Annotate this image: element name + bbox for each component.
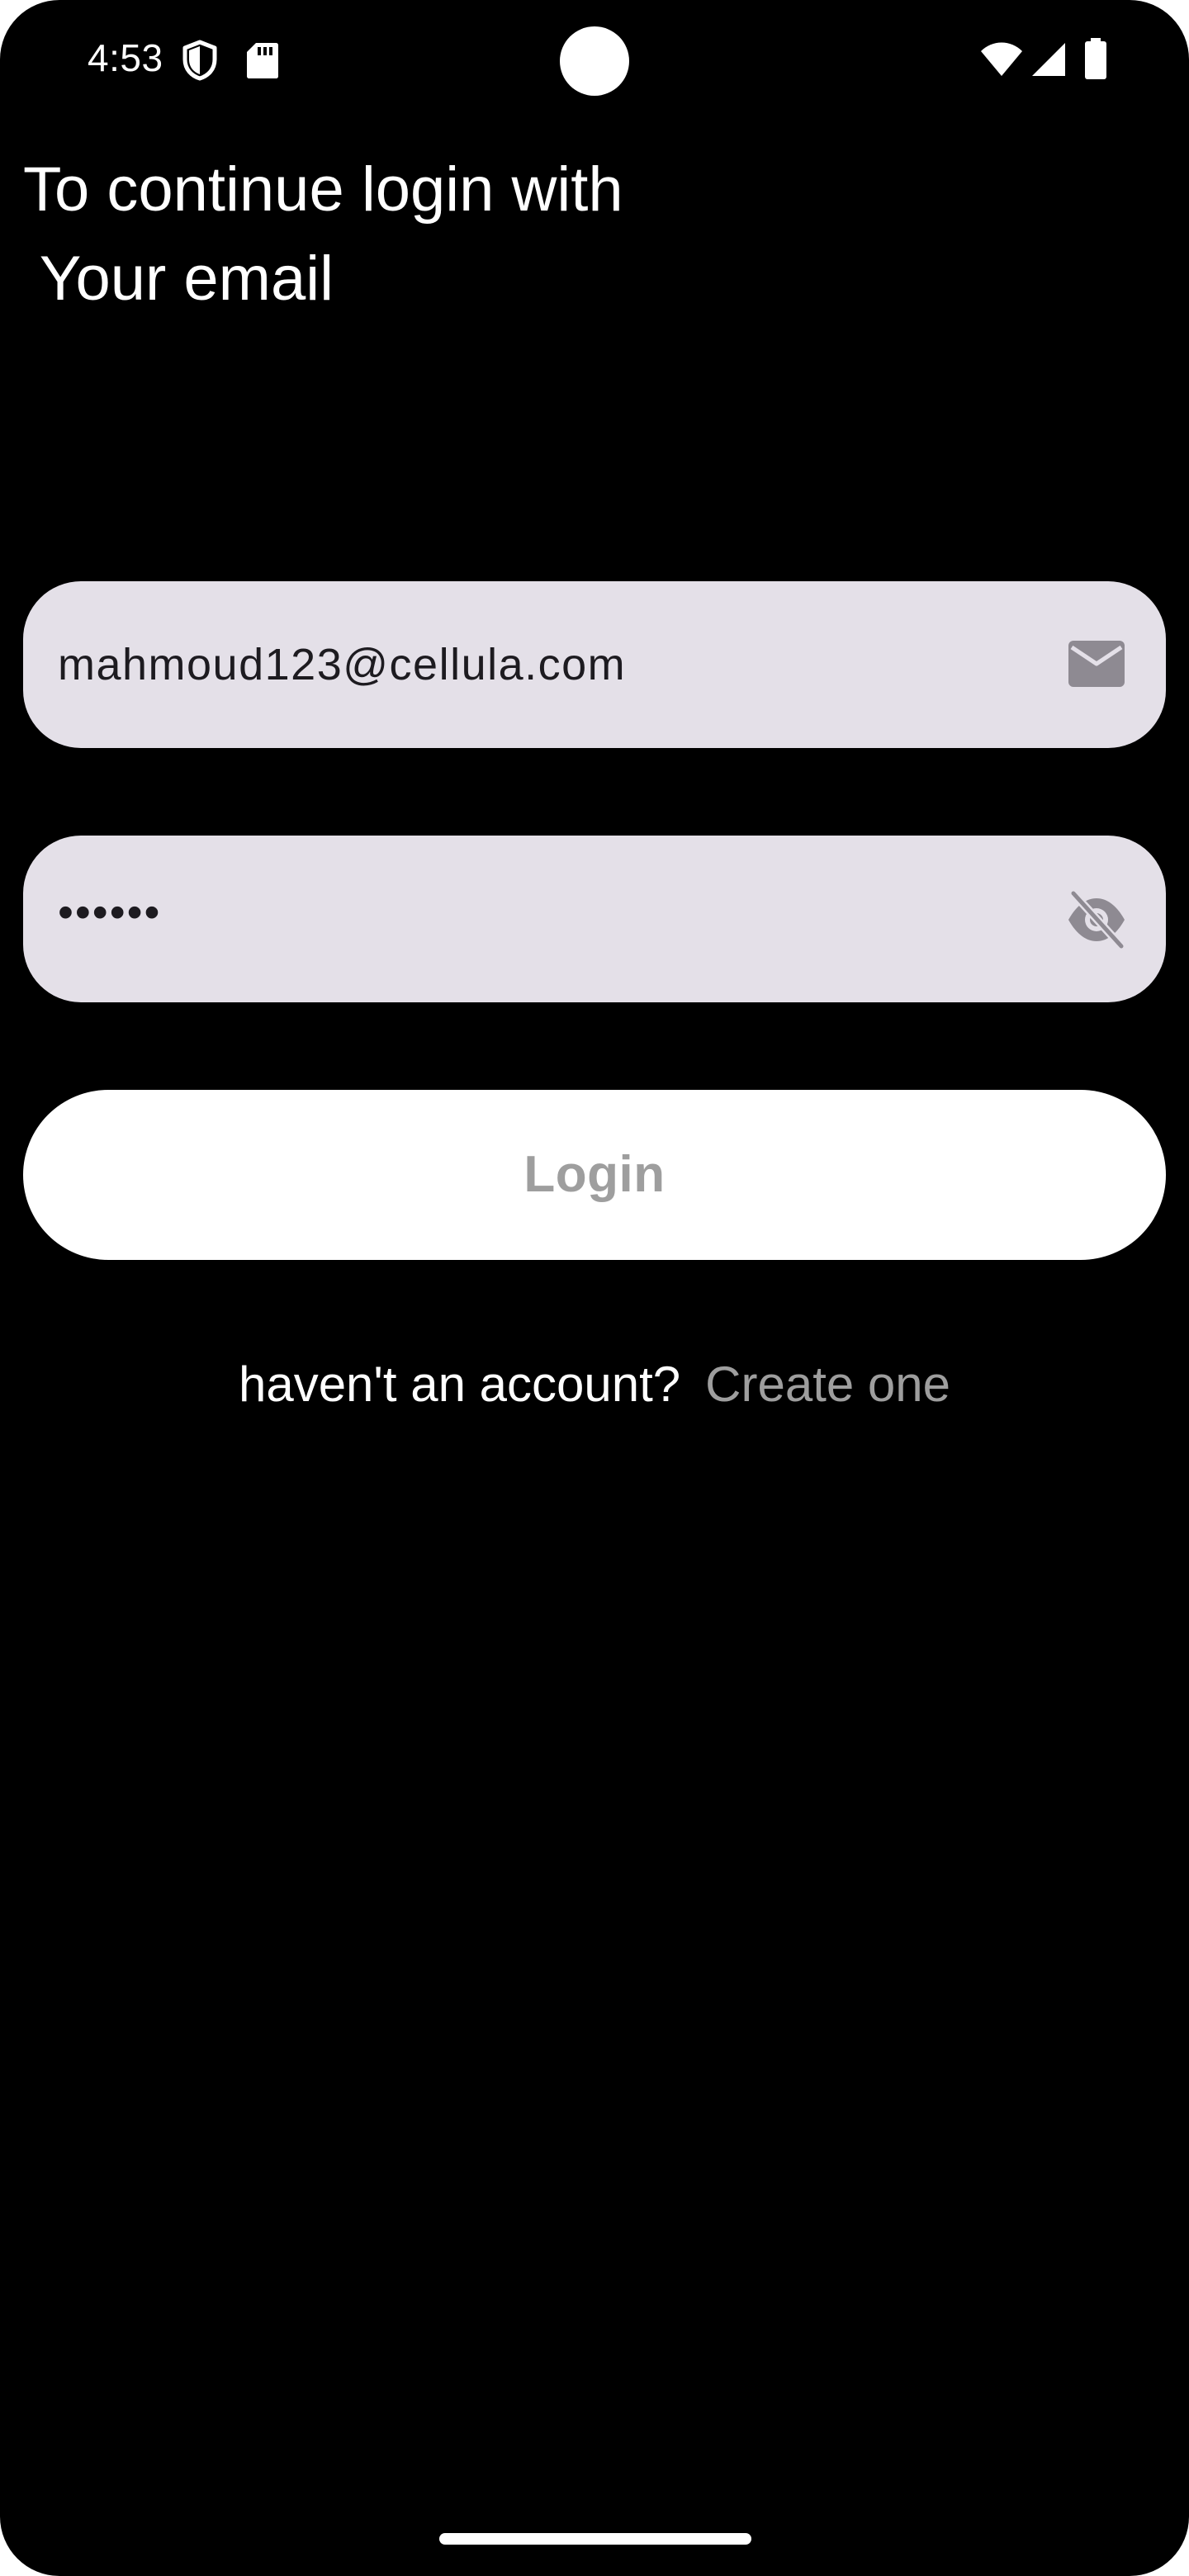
email-input[interactable]: mahmoud123@cellula.com bbox=[58, 581, 1032, 748]
page-heading: To continue login with Your email bbox=[23, 145, 931, 324]
signup-prompt: haven't an account? Create one bbox=[0, 1347, 1189, 1422]
password-input[interactable]: •••••• bbox=[58, 829, 1032, 996]
shield-icon bbox=[182, 40, 217, 81]
login-button[interactable]: Login bbox=[23, 1090, 1166, 1260]
email-field[interactable]: mahmoud123@cellula.com bbox=[23, 581, 1166, 748]
password-field[interactable]: •••••• bbox=[23, 836, 1166, 1002]
battery-icon bbox=[1085, 38, 1106, 79]
camera-cutout bbox=[560, 26, 629, 96]
status-bar: 4:53 bbox=[0, 0, 1189, 116]
login-screen: 4:53 To continue login with Your email m… bbox=[0, 0, 1189, 2576]
eye-off-icon[interactable] bbox=[1065, 888, 1128, 951]
sd-card-icon bbox=[247, 43, 278, 78]
signup-prompt-text: haven't an account? bbox=[238, 1357, 681, 1412]
mail-icon bbox=[1068, 641, 1125, 687]
heading-line-2: Your email bbox=[23, 244, 334, 314]
heading-line-1: To continue login with bbox=[23, 154, 623, 225]
signal-icon bbox=[1032, 43, 1065, 76]
gesture-navigation-bar[interactable] bbox=[439, 2533, 751, 2545]
status-time: 4:53 bbox=[88, 36, 163, 79]
create-account-link[interactable]: Create one bbox=[705, 1357, 950, 1412]
wifi-icon bbox=[981, 42, 1022, 76]
